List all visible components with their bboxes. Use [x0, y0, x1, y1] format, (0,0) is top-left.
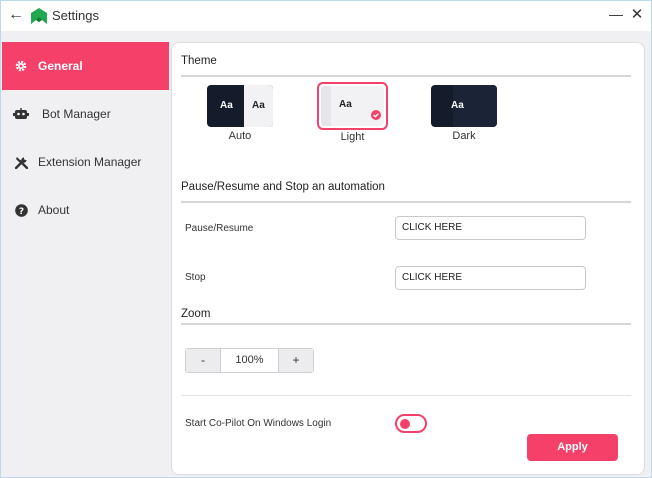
sidebar-item-label: About	[38, 203, 70, 217]
check-circle-icon	[371, 110, 381, 120]
pause-resume-hotkey-field[interactable]: CLICK HERE	[395, 216, 586, 240]
theme-selected-frame: Aa	[317, 82, 388, 130]
divider	[181, 323, 631, 325]
zoom-out-button[interactable]: -	[186, 349, 220, 372]
close-icon[interactable]: ✕	[629, 6, 645, 24]
stop-label: Stop	[185, 272, 206, 283]
divider	[181, 395, 631, 396]
stop-hotkey-field[interactable]: CLICK HERE	[395, 266, 586, 290]
sidebar: General Bot Manager Extension Manager ? …	[2, 42, 169, 472]
theme-option-auto[interactable]: Aa Aa Auto	[207, 85, 273, 142]
sidebar-item-label: General	[38, 59, 83, 73]
theme-option-dark[interactable]: Aa Dark	[431, 85, 497, 142]
settings-panel: Theme Aa Aa Auto Aa Light Aa Dark Pause/…	[171, 42, 645, 475]
zoom-section-title: Zoom	[181, 308, 211, 320]
theme-label-light: Light	[340, 131, 365, 143]
svg-text:?: ?	[18, 207, 23, 217]
title-bar: ← Settings — ✕	[1, 1, 651, 31]
theme-sample-text: Aa	[451, 100, 464, 111]
theme-preview-light: Aa	[321, 86, 384, 126]
startup-toggle[interactable]	[395, 414, 427, 433]
sidebar-item-general[interactable]: General	[2, 42, 169, 90]
zoom-in-button[interactable]: +	[279, 349, 313, 372]
app-logo-icon	[31, 8, 47, 24]
sidebar-item-extension-manager[interactable]: Extension Manager	[2, 138, 169, 186]
theme-preview-auto: Aa Aa	[207, 85, 273, 127]
divider	[181, 75, 631, 77]
zoom-control: - 100% +	[185, 348, 314, 373]
startup-label: Start Co-Pilot On Windows Login	[185, 418, 332, 429]
sidebar-item-bot-manager[interactable]: Bot Manager	[2, 90, 169, 138]
theme-sample-text: Aa	[339, 99, 352, 110]
theme-section-title: Theme	[181, 55, 217, 67]
robot-icon	[8, 108, 34, 120]
apply-button[interactable]: Apply	[527, 434, 618, 461]
sidebar-item-about[interactable]: ? About	[2, 186, 169, 234]
minimize-icon[interactable]: —	[609, 7, 623, 23]
pause-resume-label: Pause/Resume	[185, 223, 254, 234]
toggle-knob	[400, 419, 410, 429]
theme-option-light[interactable]: Aa Light	[317, 82, 388, 143]
divider	[181, 201, 631, 203]
theme-label-auto: Auto	[228, 130, 252, 142]
theme-preview-dark: Aa	[431, 85, 497, 127]
sidebar-item-label: Bot Manager	[42, 107, 111, 121]
sidebar-item-label: Extension Manager	[38, 155, 142, 169]
zoom-value: 100%	[220, 349, 279, 372]
tools-icon	[8, 156, 34, 169]
gear-icon	[8, 60, 34, 72]
theme-label-dark: Dark	[452, 130, 476, 142]
back-arrow-icon[interactable]: ←	[7, 6, 25, 24]
settings-window: ← Settings — ✕ General Bot Manager Exten…	[0, 0, 652, 478]
help-circle-icon: ?	[8, 203, 34, 217]
theme-sample-text: Aa	[220, 100, 233, 111]
window-title: Settings	[52, 8, 99, 23]
theme-sample-text: Aa	[252, 100, 265, 111]
automation-section-title: Pause/Resume and Stop an automation	[181, 181, 385, 193]
